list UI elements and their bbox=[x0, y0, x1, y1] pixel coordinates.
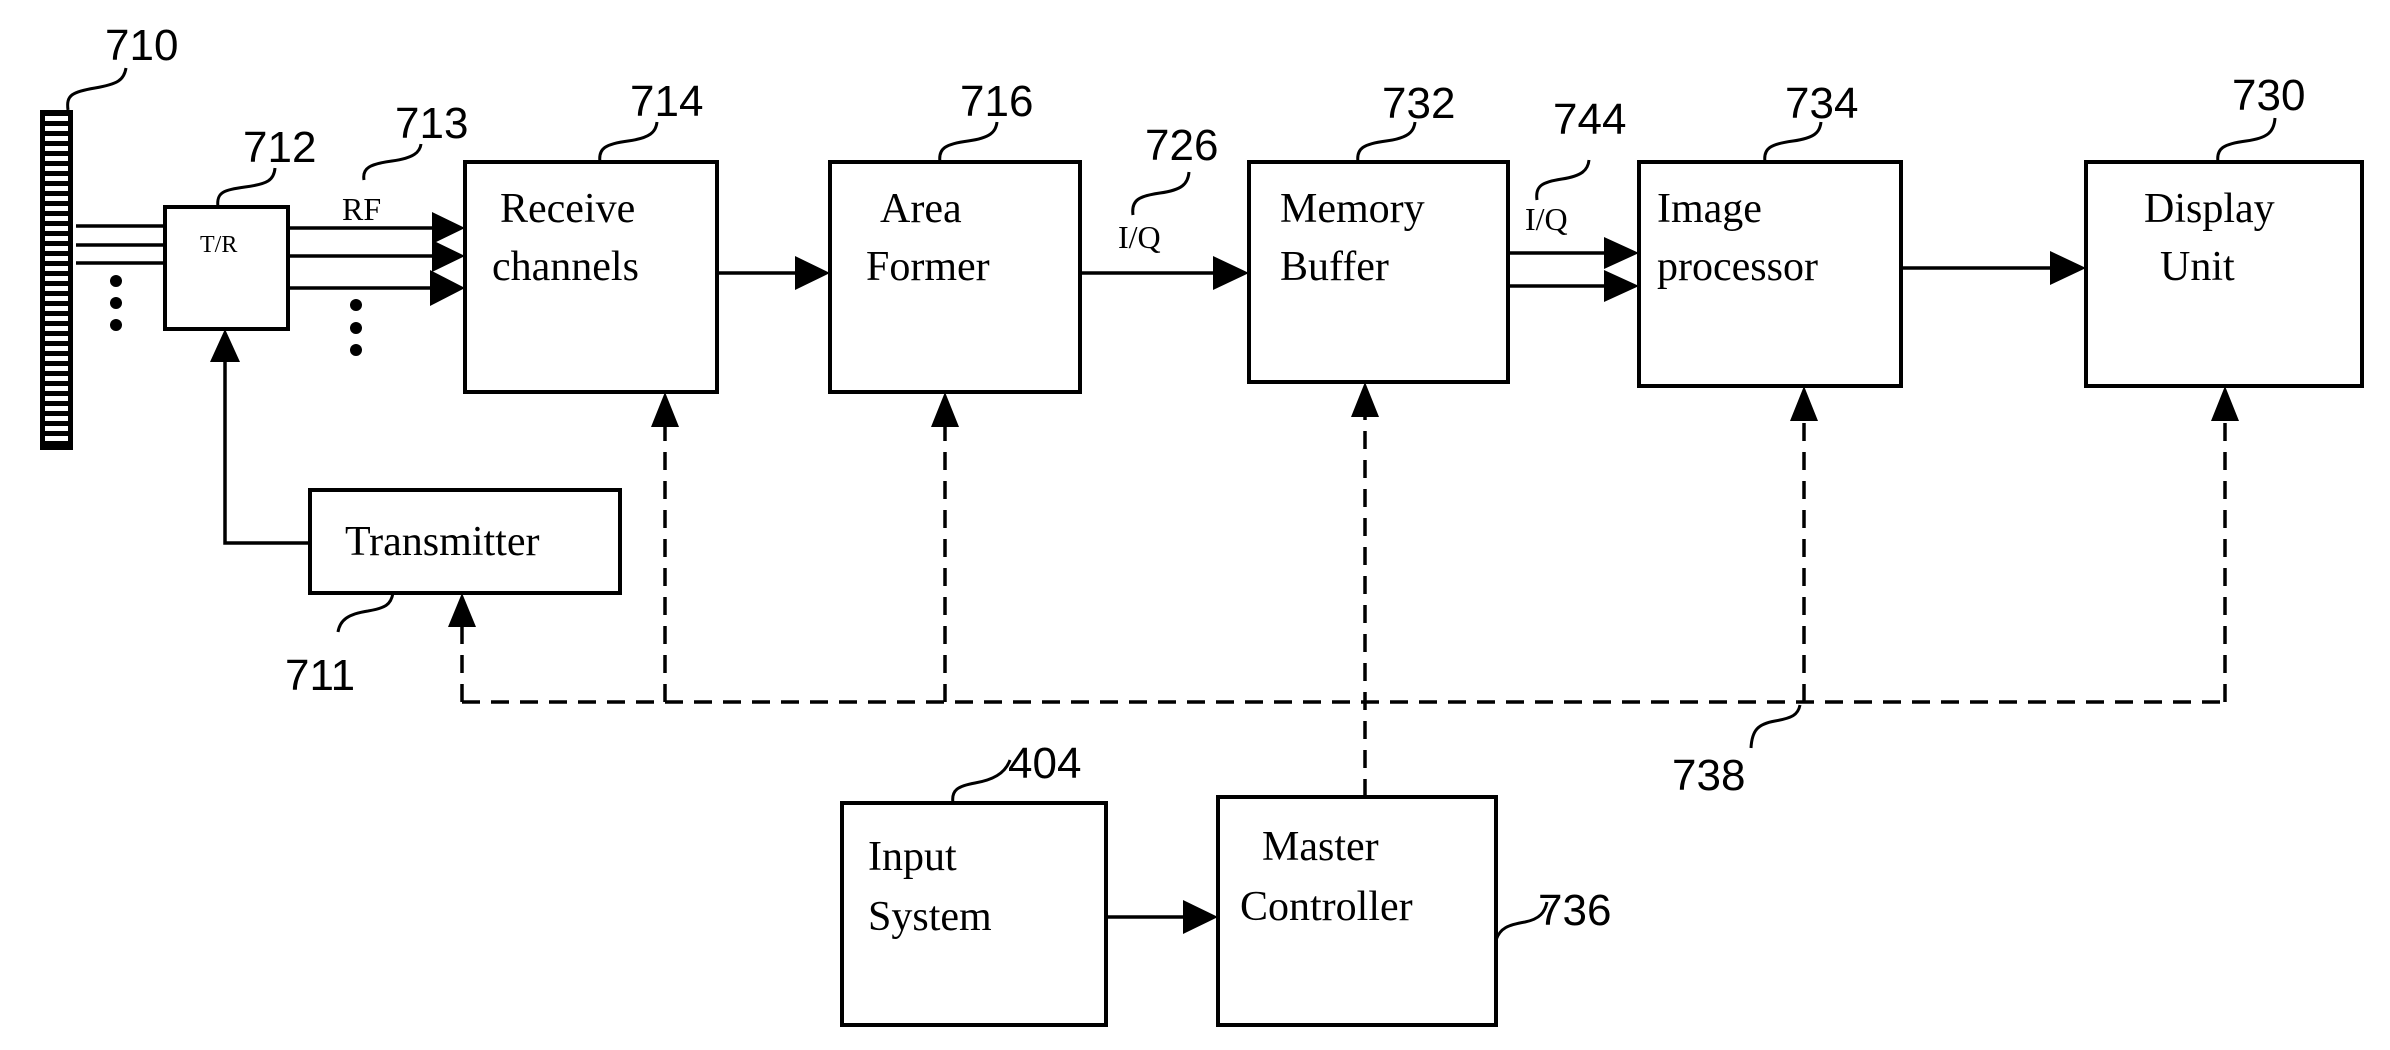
leader-713 bbox=[362, 143, 423, 181]
ref-726: 726 bbox=[1145, 121, 1218, 170]
leader-732 bbox=[1356, 121, 1417, 163]
antenna-element bbox=[45, 376, 68, 381]
antenna-element bbox=[45, 366, 68, 371]
antenna-element bbox=[45, 146, 68, 151]
antenna-element bbox=[45, 176, 68, 181]
display-unit-label-1: Display bbox=[2144, 186, 2275, 232]
rf-label: RF bbox=[342, 191, 381, 227]
antenna-array bbox=[40, 110, 73, 450]
area-former-label-2: Former bbox=[866, 244, 990, 290]
ref-713: 713 bbox=[395, 99, 468, 148]
block-diagram: 710 T/R 712 RF 713 Receive channels 714 bbox=[40, 21, 2364, 1027]
arrowhead-area-memory bbox=[1213, 256, 1249, 290]
area-former-label-1: Area bbox=[880, 186, 962, 232]
antenna-element bbox=[45, 186, 68, 191]
leader-744 bbox=[1535, 159, 1591, 201]
leader-710 bbox=[66, 67, 128, 111]
image-processor-label-1: Image bbox=[1657, 186, 1762, 232]
ref-738: 738 bbox=[1672, 751, 1745, 800]
antenna-element bbox=[45, 386, 68, 391]
antenna-tr-lines bbox=[76, 224, 165, 265]
ref-736: 736 bbox=[1538, 886, 1611, 935]
antenna-element bbox=[45, 246, 68, 251]
antenna-element bbox=[45, 256, 68, 261]
antenna-element bbox=[45, 126, 68, 131]
ref-711: 711 bbox=[285, 651, 355, 700]
leader-712 bbox=[216, 167, 277, 208]
antenna-element bbox=[45, 196, 68, 201]
antenna-element bbox=[45, 326, 68, 331]
antenna-element bbox=[45, 316, 68, 321]
antenna-element bbox=[45, 156, 68, 161]
arrowhead-input-master bbox=[1183, 900, 1218, 934]
ref-714: 714 bbox=[630, 77, 703, 126]
antenna-element bbox=[45, 296, 68, 301]
leader-404 bbox=[951, 759, 1012, 804]
image-processor-label-2: processor bbox=[1657, 244, 1818, 290]
antenna-element bbox=[45, 416, 68, 421]
ref-710: 710 bbox=[105, 21, 178, 70]
antenna-element bbox=[45, 406, 68, 411]
antenna-element bbox=[45, 336, 68, 341]
antenna-element bbox=[45, 436, 68, 441]
arrowhead-image-display bbox=[2050, 251, 2086, 285]
antenna-element bbox=[45, 396, 68, 401]
receive-channels-label-1: Receive bbox=[500, 186, 635, 232]
leader-734 bbox=[1763, 121, 1823, 163]
ref-732: 732 bbox=[1382, 79, 1455, 128]
leader-716 bbox=[938, 121, 999, 163]
tr-switch-block bbox=[163, 205, 290, 331]
antenna-element bbox=[45, 116, 68, 121]
antenna-element bbox=[45, 286, 68, 291]
antenna-element bbox=[45, 356, 68, 361]
ellipsis-dots-right bbox=[350, 299, 362, 356]
antenna-element bbox=[45, 216, 68, 221]
control-bus bbox=[448, 382, 2239, 797]
display-unit-label-2: Unit bbox=[2160, 244, 2235, 290]
antenna-element bbox=[45, 136, 68, 141]
ref-712: 712 bbox=[243, 123, 316, 172]
antenna-element bbox=[45, 166, 68, 171]
transmitter-label: Transmitter bbox=[345, 519, 539, 565]
leader-738 bbox=[1749, 704, 1802, 749]
receive-channels-label-2: channels bbox=[492, 244, 639, 290]
leader-730 bbox=[2216, 117, 2277, 163]
antenna-element bbox=[45, 276, 68, 281]
antenna-element bbox=[45, 346, 68, 351]
ellipsis-dots-left bbox=[110, 275, 122, 331]
antenna-element bbox=[45, 306, 68, 311]
antenna-element bbox=[45, 226, 68, 231]
input-system-label-2: System bbox=[868, 894, 992, 940]
antenna-element bbox=[45, 266, 68, 271]
ref-404: 404 bbox=[1008, 739, 1081, 788]
ref-730: 730 bbox=[2232, 71, 2305, 120]
arrowhead-receive-area bbox=[795, 256, 830, 290]
memory-buffer-label-2: Buffer bbox=[1280, 244, 1389, 290]
master-controller-label-2: Controller bbox=[1240, 884, 1413, 930]
leader-714 bbox=[598, 121, 659, 163]
input-system-label-1: Input bbox=[868, 834, 957, 880]
arrows-memory-image bbox=[1508, 237, 1639, 302]
iq-label-744: I/Q bbox=[1525, 201, 1568, 237]
ref-716: 716 bbox=[960, 77, 1033, 126]
memory-buffer-label-1: Memory bbox=[1280, 186, 1425, 232]
ref-734: 734 bbox=[1785, 79, 1858, 128]
antenna-element bbox=[45, 426, 68, 431]
leader-711 bbox=[336, 592, 395, 633]
ref-744: 744 bbox=[1553, 95, 1626, 144]
iq-label-726: I/Q bbox=[1118, 219, 1161, 255]
leader-726 bbox=[1131, 171, 1191, 216]
antenna-element bbox=[45, 206, 68, 211]
tr-switch-label: T/R bbox=[200, 232, 237, 258]
arrowhead-transmitter-tr bbox=[210, 329, 240, 362]
master-controller-label-1: Master bbox=[1262, 824, 1379, 870]
line-transmitter-tr bbox=[223, 362, 310, 545]
antenna-element bbox=[45, 236, 68, 241]
